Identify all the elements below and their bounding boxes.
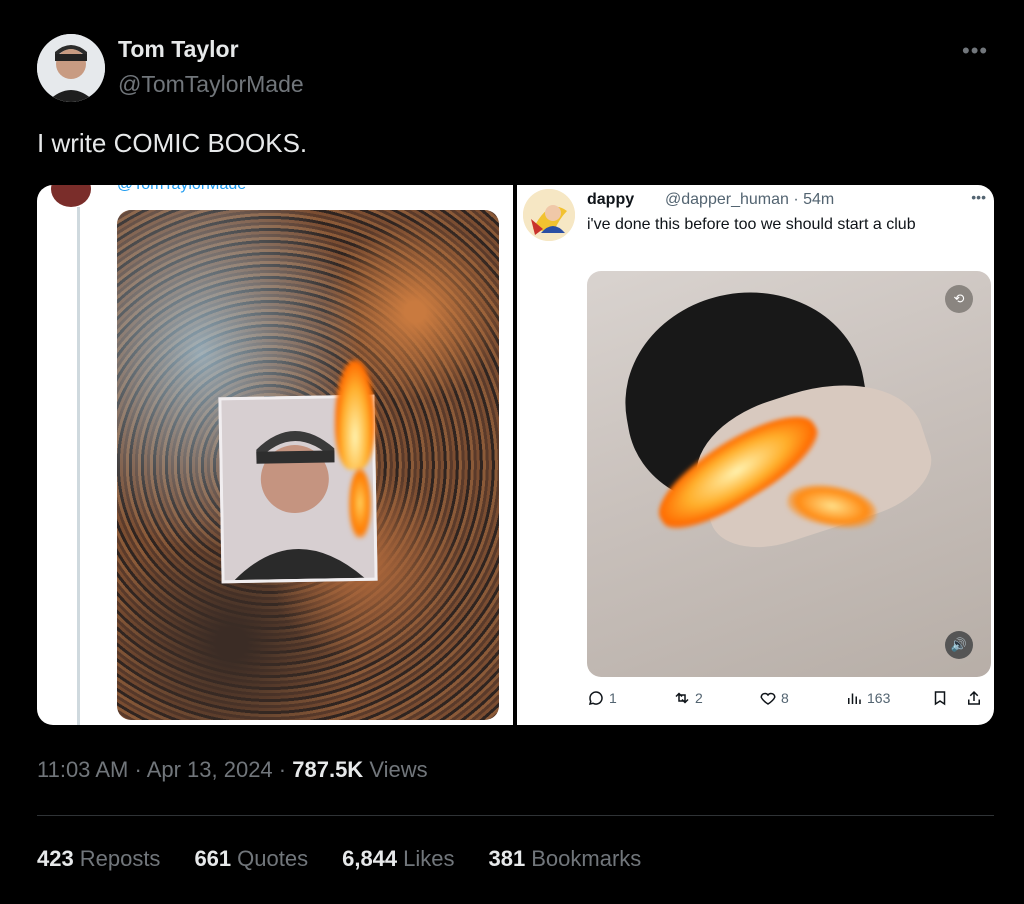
burning-face-photo: ⟲ 🔊: [587, 271, 991, 677]
author-name[interactable]: Tom Taylor: [118, 36, 239, 63]
dappy-name: dappy: [587, 191, 635, 208]
repost-count: 2: [695, 690, 703, 706]
tweet-date[interactable]: Apr 13, 2024: [147, 757, 273, 782]
divider: [37, 815, 994, 816]
granite-photo: [117, 210, 499, 720]
tweet: Tom Taylor @TomTaylorMade ••• I write CO…: [0, 0, 1024, 904]
media-image-left[interactable]: @TomTaylorMade: [37, 185, 513, 725]
dappy-avatar: [523, 189, 575, 241]
reply-icon: [588, 691, 603, 706]
quotes-value: 661: [194, 846, 232, 871]
bookmarks-stat[interactable]: 381 Bookmarks: [489, 846, 642, 872]
views-label: Views: [369, 757, 428, 782]
like-count: 8: [781, 690, 789, 706]
author-avatar[interactable]: [37, 34, 105, 102]
bookmarks-label: Bookmarks: [531, 846, 642, 871]
tweet-meta: 11:03 AM · Apr 13, 2024 · 787.5K Views: [37, 757, 428, 782]
likes-stat[interactable]: 6,844 Likes: [342, 846, 454, 872]
tweet-time[interactable]: 11:03 AM: [37, 757, 128, 782]
views-value: 787.5K: [292, 757, 364, 782]
more-horizontal-icon[interactable]: •••: [962, 38, 988, 64]
thread-line: [77, 207, 80, 725]
likes-value: 6,844: [342, 846, 398, 871]
share-action[interactable]: [965, 689, 983, 707]
like-icon: [760, 692, 776, 705]
author-handle[interactable]: @TomTaylorMade: [118, 71, 304, 98]
quotes-label: Quotes: [237, 846, 309, 871]
dappy-handle: @dapper_human · 54m: [665, 191, 835, 208]
views-action[interactable]: 163: [845, 689, 890, 707]
reposts-value: 423: [37, 846, 74, 871]
alt-media-icon[interactable]: ⟲: [945, 285, 973, 313]
reposts-stat[interactable]: 423 Reposts: [37, 846, 160, 872]
like-action[interactable]: 8: [759, 689, 789, 707]
repost-icon: [675, 692, 689, 704]
tweet-text: I write COMIC BOOKS.: [37, 128, 308, 158]
reposts-label: Reposts: [79, 846, 161, 871]
tweet-media[interactable]: @TomTaylorMade: [37, 185, 994, 725]
bookmark-icon: [934, 691, 946, 706]
more-horizontal-icon: •••: [971, 189, 986, 205]
volume-icon[interactable]: 🔊: [945, 631, 973, 659]
cropped-handle: @TomTaylorMade: [117, 185, 246, 194]
media-image-right[interactable]: dappy @dapper_human · 54m ••• i've done …: [517, 185, 994, 725]
quotes-stat[interactable]: 661 Quotes: [194, 846, 308, 872]
bookmark-action[interactable]: [931, 689, 949, 707]
quoted-avatar: [51, 185, 91, 207]
bookmarks-value: 381: [488, 846, 526, 871]
reply-action[interactable]: 1: [587, 689, 617, 707]
dappy-text: i've done this before too we should star…: [587, 216, 916, 233]
reply-count: 1: [609, 690, 617, 706]
repost-action[interactable]: 2: [673, 689, 703, 707]
likes-label: Likes: [403, 846, 455, 871]
views-count: 163: [867, 690, 891, 706]
share-icon: [968, 690, 980, 705]
views-icon: [848, 693, 861, 704]
quoted-actions: 1 2 8 163: [587, 689, 991, 713]
tweet-stats: 423 Reposts 661 Quotes 6,844 Likes 381 Bookm…: [37, 846, 641, 872]
